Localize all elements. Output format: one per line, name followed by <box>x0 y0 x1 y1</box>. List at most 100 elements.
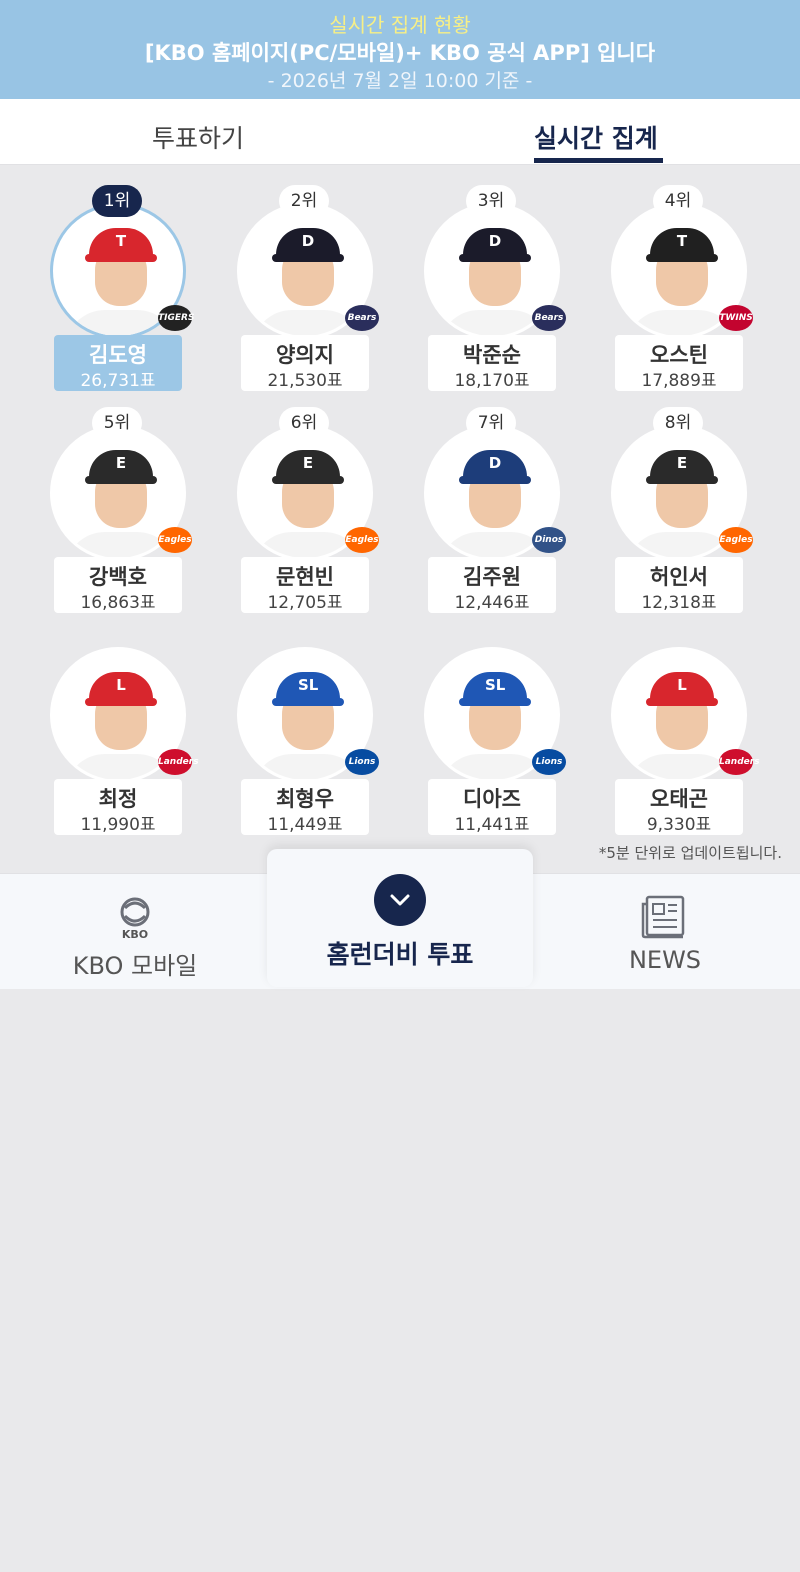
team-logo-icon: Landers <box>158 749 199 775</box>
active-tab-indicator <box>534 158 663 163</box>
player-label: 최형우 11,449표 <box>241 779 369 835</box>
vote-count: 21,530표 <box>267 371 343 391</box>
vote-count: 9,330표 <box>646 815 712 835</box>
cap-visor <box>85 476 157 484</box>
rank-badge: 1위 <box>92 185 142 217</box>
header-banner: 실시간 집계 현황 [KBO 홈페이지(PC/모바일)+ KBO 공식 APP]… <box>0 0 800 99</box>
player-name: 양의지 <box>276 343 334 367</box>
newspaper-icon <box>641 895 685 939</box>
player-label: 디아즈 11,441표 <box>428 779 556 835</box>
player-name: 문현빈 <box>276 565 334 589</box>
player-card[interactable]: L Landers 최정 11,990표 <box>48 629 199 835</box>
vote-count: 26,731표 <box>80 371 156 391</box>
vote-count: 11,990표 <box>80 815 156 835</box>
cap-visor <box>459 476 531 484</box>
player-label: 문현빈 12,705표 <box>241 557 369 613</box>
homerun-derby-vote-button[interactable]: 홈런더비 투표 <box>267 849 533 987</box>
banner-timestamp: - 2026년 7월 2일 10:00 기준 - <box>267 70 533 92</box>
team-logo-icon: Dinos <box>532 527 566 553</box>
player-name: 박준순 <box>463 343 521 367</box>
player-name: 허인서 <box>650 565 708 589</box>
player-label: 양의지 21,530표 <box>241 335 369 391</box>
player-card[interactable]: L Landers 오태곤 9,330표 <box>609 629 760 835</box>
news-button[interactable]: NEWS <box>590 874 740 990</box>
player-name: 김주원 <box>463 565 521 589</box>
player-card[interactable]: D Bears 3위박준순 18,170표 <box>422 185 566 391</box>
kbo-logo-text: KBO <box>122 928 148 940</box>
vote-count: 12,705표 <box>267 593 343 613</box>
player-label: 박준순 18,170표 <box>428 335 556 391</box>
team-logo-icon: Bears <box>532 305 566 331</box>
player-card[interactable]: SL Lions 디아즈 11,441표 <box>422 629 566 835</box>
cap-visor <box>85 254 157 262</box>
cap-visor <box>459 254 531 262</box>
player-label: 최정 11,990표 <box>54 779 182 835</box>
team-logo-icon: Lions <box>345 749 379 775</box>
player-card[interactable]: E Eagles 6위문현빈 12,705표 <box>235 407 379 613</box>
cap-logo: E <box>676 454 688 472</box>
team-logo-icon: TIGERS <box>158 305 194 331</box>
cap-logo: T <box>676 232 688 250</box>
news-label: NEWS <box>628 946 702 974</box>
cap-visor <box>646 254 718 262</box>
vote-count: 17,889표 <box>641 371 717 391</box>
cap-visor <box>646 476 718 484</box>
player-card[interactable]: D Bears 2위 양의지 21,530표 <box>235 185 379 391</box>
cap-logo: SL <box>485 676 506 694</box>
rank-badge: 6위 <box>279 407 329 439</box>
player-name: 최정 <box>98 787 138 811</box>
update-note: *5분 단위로 업데이트됩니다. <box>598 844 782 862</box>
vote-count: 11,449표 <box>267 815 343 835</box>
player-card[interactable]: D Dinos 7위 김주원 12,446표 <box>422 407 566 613</box>
chevron-down-button[interactable] <box>374 874 426 926</box>
cap-visor <box>646 698 718 706</box>
vote-count: 18,170표 <box>454 371 530 391</box>
kbo-logo-icon: KBO <box>120 897 150 940</box>
banner-subtitle: [KBO 홈페이지(PC/모바일)+ KBO 공식 APP] 입니다 <box>144 41 656 65</box>
tab-vote[interactable]: 투표하기 <box>152 119 244 155</box>
cap-logo: T <box>115 232 127 250</box>
player-label: 허인서 12,318표 <box>615 557 743 613</box>
team-logo-icon: Eagles <box>719 527 753 553</box>
player-label: 김주원 12,446표 <box>428 557 556 613</box>
player-label: 오태곤 9,330표 <box>615 779 743 835</box>
player-label: 김도영 26,731표 <box>54 335 182 391</box>
team-logo-icon: Lions <box>532 749 566 775</box>
team-logo-icon: Eagles <box>158 527 192 553</box>
cap-visor <box>85 698 157 706</box>
vote-count: 16,863표 <box>80 593 156 613</box>
rank-badge: 5위 <box>92 407 142 439</box>
player-card[interactable]: E Eagles 5위 강백호 16,863표 <box>48 407 192 613</box>
cap-logo: D <box>301 232 315 250</box>
cap-logo: E <box>302 454 314 472</box>
cap-visor <box>272 476 344 484</box>
team-logo-icon: Eagles <box>345 527 379 553</box>
player-card[interactable]: SL Lions 최형우 11,449표 <box>235 629 379 835</box>
chevron-down-icon <box>390 894 410 906</box>
player-label: 오스틴 17,889표 <box>615 335 743 391</box>
kbo-mobile-button[interactable]: KBO KBO 모바일 <box>60 874 210 990</box>
player-name: 오태곤 <box>650 787 708 811</box>
homerun-derby-label: 홈런더비 투표 <box>326 940 474 969</box>
rank-badge: 8위 <box>653 407 703 439</box>
tab-realtime[interactable]: 실시간 집계 <box>534 119 658 155</box>
cap-logo: SL <box>298 676 319 694</box>
player-card[interactable]: E Eagles 8위허인서 12,318표 <box>609 407 753 613</box>
team-logo-icon: Bears <box>345 305 379 331</box>
banner-title: 실시간 집계 현황 <box>329 13 471 37</box>
player-name: 디아즈 <box>463 787 521 811</box>
cap-visor <box>272 254 344 262</box>
player-card[interactable]: T TIGERS 1위김도영 26,731표 <box>48 185 194 391</box>
player-name: 김도영 <box>89 343 147 367</box>
team-logo-icon: Landers <box>719 749 760 775</box>
player-name: 최형우 <box>276 787 334 811</box>
cap-logo: L <box>677 676 687 694</box>
vote-count: 12,318표 <box>641 593 717 613</box>
player-card[interactable]: T TWINS 4위 오스틴 17,889표 <box>609 185 753 391</box>
cap-logo: D <box>488 232 502 250</box>
rank-badge: 3위 <box>466 185 516 217</box>
tab-bar: 투표하기 실시간 집계 <box>0 99 800 165</box>
vote-count: 11,441표 <box>454 815 530 835</box>
rank-badge: 4위 <box>653 185 703 217</box>
kbo-mobile-label: KBO 모바일 <box>72 952 198 980</box>
